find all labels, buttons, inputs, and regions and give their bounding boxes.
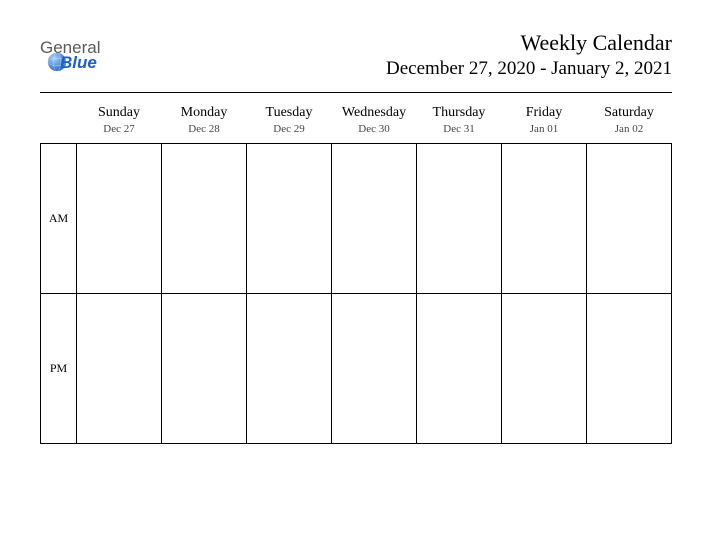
- slot-pm-sat: [587, 294, 672, 444]
- day-name: Friday: [502, 105, 587, 121]
- slot-pm-sun: [77, 294, 162, 444]
- day-name: Sunday: [77, 105, 162, 121]
- day-name: Saturday: [587, 105, 672, 121]
- slot-pm-thu: [417, 294, 502, 444]
- slot-am-thu: [417, 144, 502, 294]
- slot-pm-wed: [332, 294, 417, 444]
- slot-am-tue: [247, 144, 332, 294]
- am-row: AM: [41, 144, 672, 294]
- day-header: Friday Jan 01: [502, 101, 587, 144]
- day-date: Jan 02: [587, 123, 672, 135]
- day-date: Dec 28: [162, 123, 247, 135]
- header-divider: [40, 92, 672, 93]
- logo-bottom-wrap: Blue: [60, 54, 97, 71]
- page-header: General Blue Weekly Calendar December 27…: [40, 30, 672, 80]
- title-block: Weekly Calendar December 27, 2020 - Janu…: [386, 30, 672, 80]
- row-label-pm: PM: [41, 294, 77, 444]
- day-name: Tuesday: [247, 105, 332, 121]
- day-header: Saturday Jan 02: [587, 101, 672, 144]
- slot-pm-fri: [502, 294, 587, 444]
- slot-am-sun: [77, 144, 162, 294]
- day-name: Wednesday: [332, 105, 417, 121]
- slot-am-mon: [162, 144, 247, 294]
- day-header: Monday Dec 28: [162, 101, 247, 144]
- calendar-grid: Sunday Dec 27 Monday Dec 28 Tuesday Dec …: [40, 101, 672, 444]
- day-date: Dec 29: [247, 123, 332, 135]
- brand-logo: General Blue: [40, 39, 100, 71]
- slot-am-fri: [502, 144, 587, 294]
- day-date: Jan 01: [502, 123, 587, 135]
- pm-row: PM: [41, 294, 672, 444]
- day-header: Sunday Dec 27: [77, 101, 162, 144]
- day-name: Monday: [162, 105, 247, 121]
- page-title: Weekly Calendar: [386, 30, 672, 56]
- day-name: Thursday: [417, 105, 502, 121]
- day-header: Thursday Dec 31: [417, 101, 502, 144]
- corner-cell: [41, 101, 77, 144]
- row-label-am: AM: [41, 144, 77, 294]
- page-subtitle: December 27, 2020 - January 2, 2021: [386, 58, 672, 80]
- slot-pm-mon: [162, 294, 247, 444]
- slot-am-wed: [332, 144, 417, 294]
- logo-text-bottom: Blue: [60, 53, 97, 72]
- day-header: Tuesday Dec 29: [247, 101, 332, 144]
- day-header: Wednesday Dec 30: [332, 101, 417, 144]
- slot-pm-tue: [247, 294, 332, 444]
- header-row: Sunday Dec 27 Monday Dec 28 Tuesday Dec …: [41, 101, 672, 144]
- slot-am-sat: [587, 144, 672, 294]
- day-date: Dec 27: [77, 123, 162, 135]
- day-date: Dec 31: [417, 123, 502, 135]
- day-date: Dec 30: [332, 123, 417, 135]
